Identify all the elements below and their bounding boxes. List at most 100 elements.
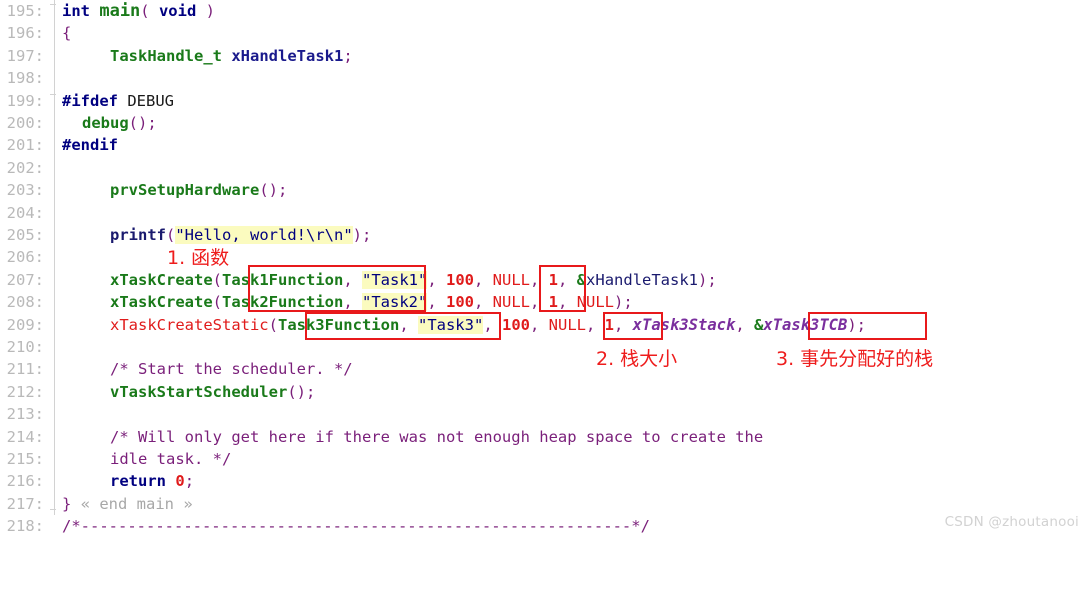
code-line[interactable]: 199: #ifdef DEBUG [0,89,1089,112]
code-line[interactable]: 214: /* Will only get here if there was … [0,425,1089,448]
fold-guide [50,268,60,292]
token-preprocessor: #endif [62,136,118,155]
token-number-zero: 0 [175,472,185,491]
line-number: 208: [6,293,44,312]
code-line[interactable]: 209: xTaskCreateStatic(Task3Function, "T… [0,313,1089,336]
code-content: } « end main » [62,493,193,515]
code-line[interactable]: 213: [0,403,1089,426]
annotation-label-2: 2. 栈大小 [596,348,678,370]
annotation-label-3: 3. 事先分配好的栈 [776,348,934,370]
fold-label: « end main » [80,494,193,513]
code-line[interactable]: 195: int main( void ) [0,0,1089,23]
code-line[interactable]: 205: printf("Hello, world!\r\n"); [0,224,1089,247]
token-function-prvsetuphardware: prvSetupHardware [110,181,260,200]
token-macro-name: DEBUG [127,91,175,110]
token-arg-handle-null: NULL [576,293,615,312]
token-keyword: int [62,2,90,20]
token-arg-priority: 1 [548,270,559,289]
fold-guide [50,22,60,45]
token-arg-taskname: "Task2" [362,293,428,312]
token-function-xtaskcreate: xTaskCreate [110,293,213,312]
token-punct: ( [166,226,176,244]
code-line[interactable]: 200: debug(); [0,112,1089,135]
line-number: 197: [6,46,44,65]
token-arg-taskname: "Task3" [417,315,484,334]
code-line[interactable]: 206: [0,246,1089,269]
token-punct: ; [343,46,353,65]
code-line[interactable]: 202: [0,156,1089,180]
code-line[interactable]: 212: vTaskStartScheduler(); [0,380,1089,404]
fold-marker[interactable] [50,89,60,112]
token-type: TaskHandle_t [110,46,222,65]
code-content: return 0; [110,470,194,492]
token-arg-stacksize: 100 [446,270,474,289]
code-line[interactable]: 218: /*---------------------------------… [0,515,1089,537]
code-content: #ifdef DEBUG [62,90,174,112]
code-line[interactable]: 207: xTaskCreate(Task1Function, "Task1",… [0,268,1089,292]
code-content: #endif [62,134,118,156]
line-number: 200: [6,114,44,132]
line-number: 203: [6,181,44,200]
token-arg-null: NULL [492,270,530,289]
line-number: 214: [6,427,44,446]
code-content: prvSetupHardware(); [110,179,287,201]
code-line[interactable]: 198: [0,67,1089,90]
fold-guide [50,112,60,135]
token-function-xtaskcreate: xTaskCreate [110,270,213,289]
code-line[interactable]: 201: #endif [0,134,1089,157]
token-punct: (); [128,114,157,132]
token-punct: (); [259,181,288,200]
fold-guide [50,246,60,269]
fold-guide [50,470,60,493]
fold-marker-end[interactable] [50,492,60,516]
token-comment: idle task. */ [110,450,232,468]
token-arg-stacksize: 100 [501,315,530,334]
fold-guide [50,44,60,68]
annotation-label-1: 1. 函数 [167,247,230,269]
code-line[interactable]: 215: idle task. */ [0,448,1089,471]
token-comment: /* Start the scheduler. */ [110,360,353,379]
fold-guide [50,201,60,224]
token-function-xtaskcreatestatic: xTaskCreateStatic [110,315,269,334]
code-content: debug(); [82,112,157,134]
token-function-debug: debug [82,114,129,132]
csdn-watermark: CSDN @zhoutanooi [944,514,1079,530]
line-number: 205: [6,226,44,244]
line-number: 213: [6,405,44,424]
fold-marker[interactable] [50,0,60,23]
code-line[interactable]: 216: return 0; [0,470,1089,493]
token-arg-taskfunction: Task1Function [222,270,344,289]
line-number: 199: [6,91,44,110]
line-number: 217: [6,494,44,513]
fold-guide [50,380,60,404]
line-number: 196: [6,24,44,43]
fold-guide [50,179,60,202]
token-function-main: main [99,1,141,21]
fold-guide [50,156,60,180]
code-line[interactable]: 208: xTaskCreate(Task2Function, "Task2",… [0,291,1089,314]
fold-guide [50,134,60,157]
token-arg-priority: 1 [548,293,559,312]
code-line[interactable]: 203: prvSetupHardware(); [0,179,1089,202]
code-content: { [62,22,71,44]
token-arg-handle: xHandleTask1 [586,270,699,289]
token-arg-static-stack: xTask3Stack [632,315,736,334]
fold-guide [50,403,60,426]
fold-guide [50,336,60,359]
code-content: /* Start the scheduler. */ [110,358,353,380]
code-editor[interactable]: 195: int main( void ) 196: { 197: TaskHa… [0,0,1089,538]
token-arg-taskname: "Task1" [362,270,428,289]
fold-guide [50,291,60,314]
code-line[interactable]: 196: { [0,22,1089,45]
code-line[interactable]: 217: } « end main » [0,492,1089,516]
line-number: 204: [6,203,44,222]
token-brace: } [62,494,72,513]
code-line[interactable]: 204: [0,201,1089,224]
token-function-printf: printf [110,226,166,244]
token-arg-stacksize: 100 [446,293,474,312]
token-punct: ( [140,2,159,20]
line-number: 195: [6,2,44,20]
token-string-hello: "Hello, world!\r\n" [175,226,353,244]
token-preprocessor: #ifdef [62,91,118,110]
code-line[interactable]: 197: TaskHandle_t xHandleTask1; [0,44,1089,68]
